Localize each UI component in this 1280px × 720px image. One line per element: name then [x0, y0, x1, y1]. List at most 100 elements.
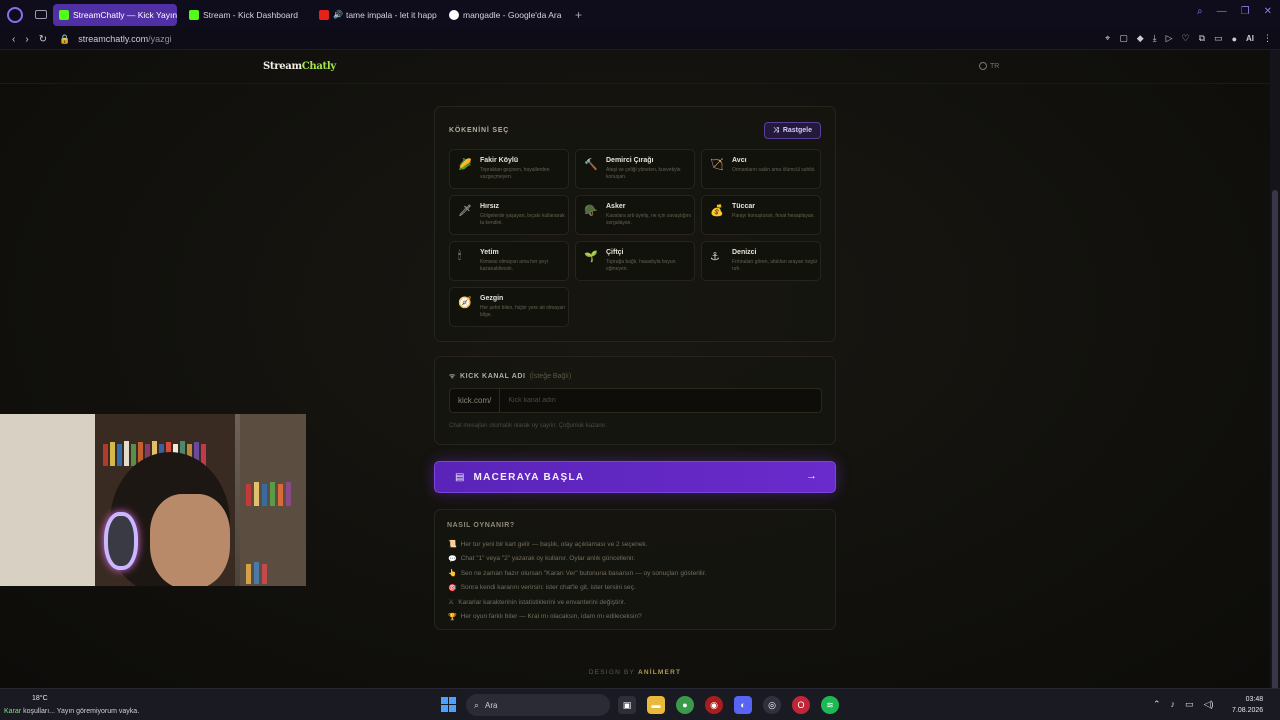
- how-to-play-list: 📜 Her tur yeni bir kart gelir — başlık, o…: [448, 537, 706, 624]
- start-adventure-button[interactable]: ▤ MACERAYA BAŞLA →: [434, 461, 836, 493]
- origin-name: Hırsız: [480, 203, 500, 210]
- kick-channel-input-group: kick.com/: [449, 388, 822, 413]
- play-icon[interactable]: ▷: [1166, 33, 1173, 44]
- origin-name: Gezgin: [480, 295, 504, 302]
- aria-ai-button[interactable]: AI: [1246, 34, 1254, 43]
- profile-icon[interactable]: ●: [1232, 34, 1237, 44]
- news-ticker[interactable]: Karar koşulları... Yayın göremiyorum vay…: [4, 708, 139, 715]
- shield-icon[interactable]: ◆: [1137, 33, 1144, 44]
- browser-tab-bar: StreamChatly — Kick Yayın Stream - Kick …: [0, 0, 1280, 29]
- how-to-play-title: NASIL OYNANIR?: [447, 522, 515, 529]
- tab-overview-icon[interactable]: [35, 10, 47, 19]
- start-label: MACERAYA BAŞLA: [473, 471, 585, 483]
- taskbar-search[interactable]: ⌕ Ara: [466, 694, 610, 716]
- chevron-up-icon[interactable]: ⌃: [1153, 699, 1161, 710]
- menu-icon[interactable]: ⋮: [1263, 33, 1272, 44]
- restore-icon[interactable]: ❐: [1241, 6, 1250, 17]
- origin-desc: Fırtınaları gören, ufukları arayan özgür…: [732, 259, 818, 272]
- origin-gezgin[interactable]: 🧭 Gezgin Her şehri bilen, hiçbir yere ai…: [449, 287, 569, 327]
- tab-google-search[interactable]: mangadle - Google'da Ara: [443, 4, 567, 26]
- snapshot-icon[interactable]: ⌖: [1105, 33, 1110, 44]
- forward-icon[interactable]: ›: [25, 34, 28, 45]
- logo-accent: Chatly: [301, 61, 336, 72]
- taskbar-clock[interactable]: 03:48 7.08.2026: [1232, 695, 1263, 716]
- network-icon[interactable]: ▭: [1185, 699, 1194, 710]
- chrome-icon[interactable]: ●: [676, 696, 694, 714]
- shuffle-icon: ⤨: [773, 126, 779, 134]
- download-icon[interactable]: ⤓: [1153, 33, 1157, 44]
- list-item-text: Kararlar karakterinin istatistiklerini v…: [458, 598, 626, 606]
- origin-name: Yetim: [480, 249, 499, 256]
- origin-fakir-koylu[interactable]: 🌽 Fakir Köylü Topraktan geçinen, hayalle…: [449, 149, 569, 189]
- origin-hirsiz[interactable]: 🗡 Hırsız Gölgelerde yaşayan, bıçakı kull…: [449, 195, 569, 235]
- url-field[interactable]: streamchatly.com/yazgi: [78, 34, 171, 44]
- list-item: 👆 Sen ne zaman hazır olursan "Kararı Ver"…: [448, 566, 706, 581]
- list-item-text: Chat "1" veya "2" yazarak oy kullanır. O…: [460, 555, 636, 563]
- tab-youtube[interactable]: 🔊 tame impala - let it happ: [313, 4, 437, 26]
- hammer-icon: 🔨: [584, 159, 598, 171]
- tab-label: tame impala - let it happ: [345, 9, 437, 20]
- file-explorer-icon[interactable]: ▬: [647, 696, 665, 714]
- kick-channel-input[interactable]: [500, 397, 801, 404]
- tab-kick-dashboard[interactable]: Stream - Kick Dashboard: [183, 4, 307, 26]
- origin-tuccar[interactable]: 💰 Tüccar Parayı konuşturan, fırsat hesap…: [701, 195, 821, 235]
- corn-icon: 🌽: [458, 159, 472, 171]
- origin-name: Asker: [606, 203, 626, 210]
- microphone-icon[interactable]: ♪: [1171, 699, 1176, 710]
- media-app-icon[interactable]: ◉: [705, 696, 723, 714]
- weather-widget[interactable]: 18°C: [32, 695, 48, 702]
- search-tabs-icon[interactable]: ⌕: [1197, 6, 1203, 17]
- youtube-favicon-icon: [319, 9, 329, 20]
- streamchatly-favicon-icon: [59, 9, 69, 20]
- new-tab-button[interactable]: +: [575, 8, 582, 22]
- reload-icon[interactable]: ↻: [39, 34, 47, 45]
- tab-streamchatly[interactable]: StreamChatly — Kick Yayın: [53, 3, 177, 26]
- origin-yetim[interactable]: 🕯 Yetim Kimsesi olmayan ama her şeyi kaz…: [449, 241, 569, 281]
- seedling-icon: 🌱: [584, 251, 598, 263]
- site-logo[interactable]: StreamChatly: [263, 61, 336, 72]
- origin-avci[interactable]: 🏹 Avcı Ormanların sakin ama ölümcül sahi…: [701, 149, 821, 189]
- task-view-icon[interactable]: ▣: [618, 696, 636, 714]
- site-header: StreamChatly TR: [0, 50, 1270, 84]
- minimize-icon[interactable]: —: [1217, 6, 1227, 17]
- kick-url-prefix: kick.com/: [450, 389, 501, 412]
- origin-name: Denizci: [732, 249, 757, 256]
- list-item: 📜 Her tur yeni bir kart gelir — başlık, o…: [448, 537, 706, 552]
- kick-title-label: KICK KANAL ADI: [460, 373, 526, 380]
- windows-start-icon[interactable]: [441, 697, 456, 712]
- opera-gx-icon[interactable]: O: [792, 696, 810, 714]
- speaker-icon[interactable]: 🔊: [333, 10, 343, 19]
- opera-logo-icon[interactable]: [7, 6, 23, 23]
- wallet-icon[interactable]: ▭: [1214, 33, 1223, 44]
- discord-icon[interactable]: ◐: [734, 696, 752, 714]
- extensions-icon[interactable]: ⧉: [1199, 33, 1205, 44]
- kick-channel-title: ᯤ KICK KANAL ADI (İsteğe Bağlı): [449, 372, 571, 381]
- language-selector[interactable]: TR: [979, 62, 999, 70]
- scrollbar-thumb[interactable]: [1272, 190, 1278, 690]
- heart-icon[interactable]: ♡: [1182, 33, 1190, 44]
- back-icon[interactable]: ‹: [12, 34, 15, 45]
- credit-author[interactable]: ANİLMERT: [638, 669, 681, 676]
- logo-main: Stream: [263, 61, 302, 72]
- random-button[interactable]: ⤨ Rastgele: [764, 122, 821, 139]
- list-item-text: Sonra kendi kararını verirsin: ister cha…: [460, 584, 636, 592]
- origin-asker[interactable]: 🪖 Asker Kaoslara arti üyeliş, ne için sa…: [575, 195, 695, 235]
- screenshot-icon[interactable]: ▢: [1119, 33, 1128, 44]
- page-scrollbar[interactable]: [1270, 50, 1280, 690]
- spotify-icon[interactable]: ≋: [821, 696, 839, 714]
- origin-demirci-ciragi[interactable]: 🔨 Demirci Çırağı Ateşi ve çeliği yöneten…: [575, 149, 695, 189]
- speech-bubble-icon: 💬: [448, 555, 457, 563]
- volume-icon[interactable]: ◁): [1204, 699, 1214, 710]
- origin-denizci[interactable]: ⚓ Denizci Fırtınaları gören, ufukları ar…: [701, 241, 821, 281]
- pointer-hand-icon: 👆: [448, 570, 457, 578]
- window-controls: ⌕ — ❐ ✕: [1197, 6, 1272, 17]
- origin-ciftci[interactable]: 🌱 Çiftçi Toprağa bağlı, hasadıyla boyun …: [575, 241, 695, 281]
- ticker-text: koşulları... Yayın göremiyorum vayka.: [23, 708, 140, 715]
- origin-title: KÖKENİNİ SEÇ: [449, 127, 510, 134]
- close-icon[interactable]: ✕: [1264, 6, 1272, 17]
- address-bar-tools: ⌖ ▢ ◆ ⤓ ▷ ♡ ⧉ ▭ ● AI ⋮: [1105, 33, 1272, 44]
- compass-icon: 🧭: [458, 297, 472, 309]
- lock-icon[interactable]: 🔒: [59, 34, 70, 45]
- obs-icon[interactable]: ◎: [763, 696, 781, 714]
- clock-time: 03:48: [1245, 696, 1264, 703]
